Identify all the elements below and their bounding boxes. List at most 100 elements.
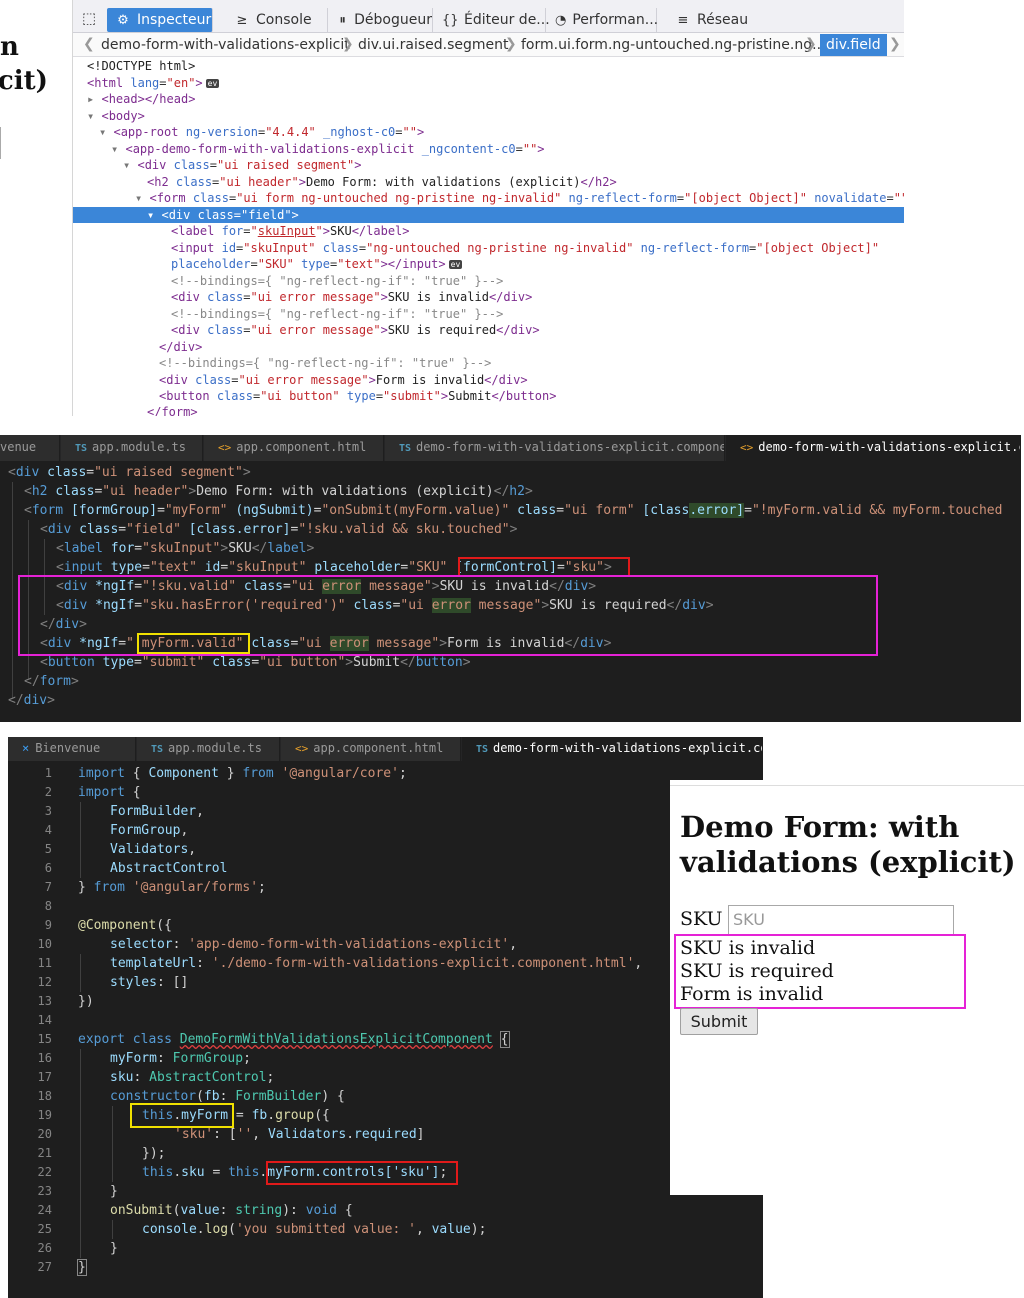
event-badge[interactable]: ev [205,79,220,88]
line-number: 11 [37,956,52,970]
page-fragment-title-line2: icit) [0,66,48,96]
tab-console-label: Console [256,12,312,28]
line-number: 19 [37,1108,52,1122]
tab-console[interactable]: ≥ Console [226,8,328,32]
tree-node[interactable]: <div class="ui error message">SKU is req… [171,322,540,338]
line-number: 24 [37,1203,52,1217]
code-area[interactable]: 1 2 3 4 5 6 7 8 9 10 11 12 13 14 15 16 1… [8,764,763,1298]
tree-node[interactable]: <div class="ui error message">Form is in… [159,372,528,388]
page-fragment-border [0,127,1,159]
tree-node[interactable]: ▾ <form class="ui form ng-untouched ng-p… [135,190,904,206]
code-area[interactable]: <div class="ui raised segment"> <h2 clas… [0,463,1021,722]
sku-input[interactable]: SKU [728,905,954,935]
tree-node[interactable]: <html lang="en"> ev [87,75,220,91]
tab-app-module[interactable]: TS app.module.ts [137,737,280,761]
line-number: 27 [37,1260,52,1274]
error-message-sku-invalid: SKU is invalid [680,937,816,959]
breadcrumb-item[interactable]: demo-form-with-validations-explicit [101,37,350,53]
tree-node-close[interactable]: </form> [147,404,198,416]
tree-node[interactable]: ▾ <div class="ui raised segment"> [123,157,361,173]
code-line: <div class="field" [class.error]="!sku.v… [40,522,518,537]
tab-demo-component-html[interactable]: <>demo-form-with-validations-explicit.co… [726,435,1021,461]
braces-icon: {} [442,12,459,28]
line-number: 10 [37,937,52,951]
tab-performance-label: Performan... [572,12,659,28]
preview-top-border [670,780,1024,786]
tab-inspector-label: Inspecteur [137,12,212,28]
collapse-arrow-icon: ▾ [135,191,150,205]
markup-tree: <!DOCTYPE html> <html lang="en"> ev ▸ <he… [73,58,904,416]
rendered-form-preview: Demo Form: with validations (explicit) S… [670,780,1024,1195]
line-number: 20 [37,1127,52,1141]
tree-node-continued[interactable]: placeholder="SKU" type="text"></input> ev [171,256,463,272]
breadcrumb-item[interactable]: form.ui.form.ng-untouched.ng-pristine.ng… [521,37,825,53]
breadcrumb-item[interactable]: div.ui.raised.segment [358,37,509,53]
devtools-panel: ⬚ ⚙ Inspecteur ≥ Console ⏸ Débogueur {} Édit… [72,0,904,416]
tab-network-label: Réseau [697,12,749,28]
id-link[interactable]: skuInput [258,224,316,238]
event-badge[interactable]: ev [448,260,463,269]
breadcrumb-separator: ❯ [805,36,817,52]
tree-comment[interactable]: <!--bindings={ "ng-reflect-ng-if": "true… [159,355,491,371]
line-number: 8 [44,899,52,913]
tree-node[interactable]: <input id="skuInput" class="ng-untouched… [171,240,879,256]
code-line: </form> [24,674,79,689]
tree-node-selected[interactable]: ▾ <div class="field"> [73,207,904,223]
performance-icon: ◔ [555,12,567,28]
tree-node[interactable]: <button class="ui button" type="submit">… [159,388,556,404]
expand-arrow-icon: ▸ [87,92,102,106]
tree-node[interactable]: ▾ <app-demo-form-with-validations-explic… [111,141,545,157]
code-line: <div *ngIf=" myForm.valid" class="ui err… [40,636,612,651]
submit-button[interactable]: Submit [680,1008,758,1035]
tree-node[interactable]: ▾ <app-root ng-version="4.4.4" _nghost-c… [99,124,424,140]
code-line: <div class="ui raised segment"> [8,465,251,480]
tab-style-editor[interactable]: {} Éditeur de... [434,8,550,32]
element-picker-icon[interactable]: ⬚ [77,9,101,31]
tree-node[interactable]: ▾ <body> [87,108,145,124]
collapse-arrow-icon: ▾ [99,125,114,139]
tree-node[interactable]: <label for="skuInput">SKU</label> [171,223,410,239]
tab-style-editor-label: Éditeur de... [464,12,550,28]
tree-node[interactable]: <h2 class="ui header">Demo Form: with va… [147,174,617,190]
line-number: 1 [44,766,52,780]
breadcrumb-forward-icon[interactable]: ❯ [889,36,901,52]
tab-demo-component-ts[interactable]: TSdemo-form-with-validations-explicit.co… [385,435,725,461]
sku-label: SKU [680,908,723,930]
line-number: 17 [37,1070,52,1084]
collapse-arrow-icon: ▾ [123,158,138,172]
code-line: <button type="submit" class="ui button">… [40,655,471,670]
tree-comment[interactable]: <!--bindings={ "ng-reflect-ng-if": "true… [171,306,503,322]
inspector-icon: ⚙ [117,12,129,28]
tab-performance[interactable]: ◔ Performan... [547,8,659,32]
editor-tab-bar: venue TS app.module.ts <> app.component.ht… [0,435,1021,461]
collapse-arrow-icon: ▾ [111,142,126,156]
code-line: </div> [40,617,87,632]
breadcrumb-item-active[interactable]: div.field [820,34,887,56]
tab-welcome[interactable]: venue [0,435,60,461]
tree-node-close[interactable]: </div> [159,339,202,355]
tab-welcome[interactable]: ⨯ Bienvenue [8,737,136,761]
typescript-file-icon: TS [399,443,412,454]
line-number: 26 [37,1241,52,1255]
tab-app-component-html[interactable]: <> app.component.html [204,435,384,461]
debugger-icon: ⏸ [339,12,346,28]
tab-network[interactable]: ≡ Réseau [667,8,771,32]
page-fragment: n icit) [0,0,72,420]
tree-node[interactable]: <!DOCTYPE html> [87,58,195,74]
line-number: 25 [37,1222,52,1236]
tree-node[interactable]: ▸ <head></head> [87,91,195,107]
tab-app-module[interactable]: TS app.module.ts [61,435,203,461]
html-file-icon: <> [218,441,232,454]
breadcrumb-back-icon[interactable]: ❮ [83,36,95,52]
tab-debugger[interactable]: ⏸ Débogueur [329,8,433,32]
tree-comment[interactable]: <!--bindings={ "ng-reflect-ng-if": "true… [171,273,503,289]
line-number: 2 [44,785,52,799]
tree-node[interactable]: <div class="ui error message">SKU is inv… [171,289,532,305]
line-number: 18 [37,1089,52,1103]
tab-demo-component-ts[interactable]: TSdemo-form-with-validations-explicit.co… [462,737,763,761]
html-file-icon: <> [295,742,309,755]
error-message-sku-required: SKU is required [680,960,834,982]
tab-inspector[interactable]: ⚙ Inspecteur [107,8,213,32]
tab-app-component-html[interactable]: <> app.component.html [281,737,461,761]
code-line: <input type="text" id="skuInput" placeho… [56,560,612,575]
